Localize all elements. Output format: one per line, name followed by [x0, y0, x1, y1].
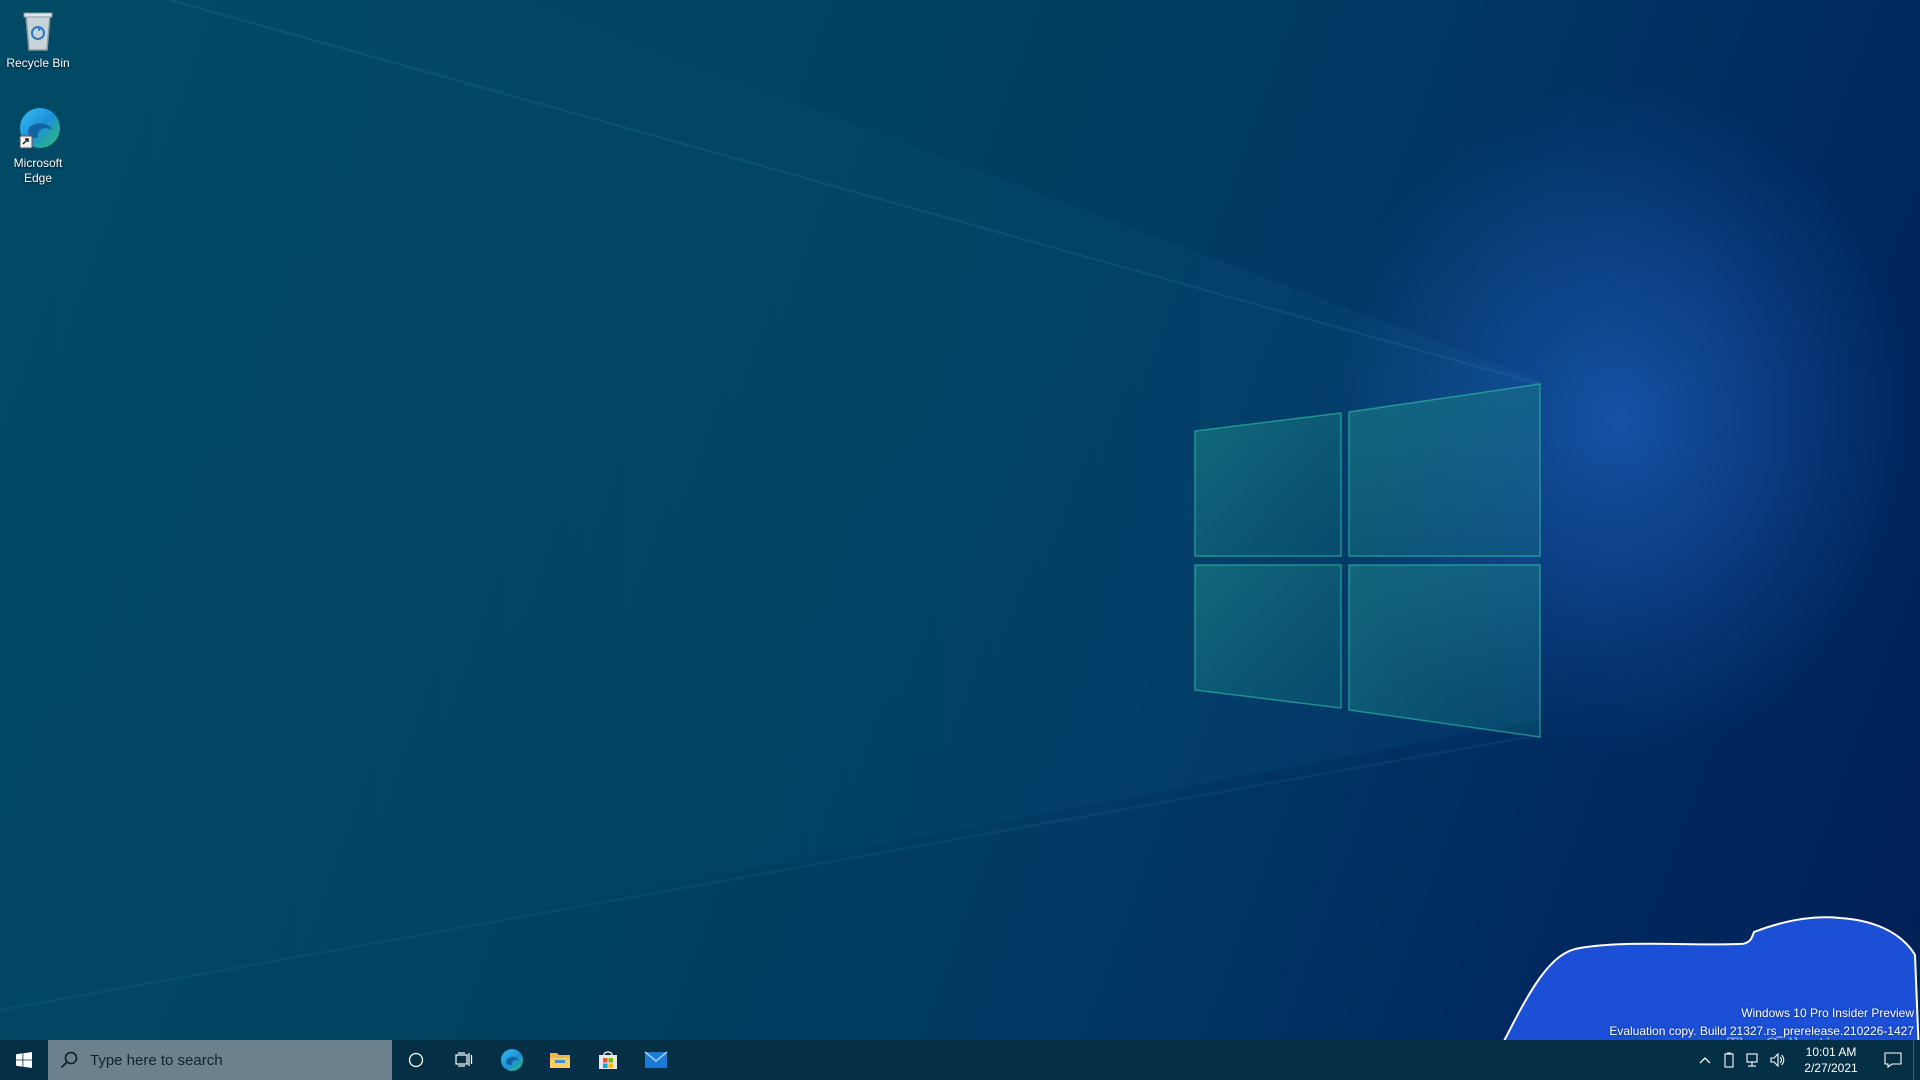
tray-network-button[interactable] [1741, 1040, 1765, 1080]
desktop-icon-microsoft-edge[interactable]: Microsoft Edge [0, 106, 76, 186]
watermark-edition: Windows 10 Pro Insider Preview [1741, 1006, 1914, 1020]
wallpaper [0, 0, 1541, 1011]
desktop: Recycle Bin Microsoft Edge The C [0, 0, 1920, 1080]
notification-icon [1884, 1052, 1902, 1069]
taskbar-clock[interactable]: 10:01 AM 2/27/2021 [1789, 1044, 1873, 1076]
folder-icon [550, 1053, 570, 1068]
desktop-icon-label: Recycle Bin [6, 56, 70, 70]
desktop-icon-recycle-bin[interactable]: Recycle Bin [0, 6, 76, 71]
circle-icon [408, 1052, 424, 1068]
desktop-icon-label: Edge [23, 171, 53, 185]
speaker-icon [1770, 1052, 1785, 1068]
taskbar-file-explorer-button[interactable] [536, 1040, 584, 1080]
clock-time: 10:01 AM [1805, 1045, 1857, 1059]
taskbar-edge-button[interactable] [488, 1040, 536, 1080]
mail-icon [644, 1051, 668, 1068]
watermark-build: Evaluation copy. Build 21327.rs_prerelea… [1609, 1024, 1914, 1038]
taskbar: 10:01 AM 2/27/2021 [0, 1040, 1920, 1080]
network-icon [1746, 1053, 1758, 1067]
windows-logo-graphic [1194, 383, 1541, 738]
cortana-button[interactable] [392, 1040, 440, 1080]
recycle-bin-icon [23, 12, 53, 51]
taskbar-store-button[interactable] [584, 1040, 632, 1080]
taskbar-mail-button[interactable] [632, 1040, 680, 1080]
battery-icon [1724, 1052, 1734, 1068]
tray-overflow-button[interactable] [1693, 1040, 1717, 1080]
show-desktop-button[interactable] [1913, 1040, 1920, 1080]
search-box[interactable] [48, 1040, 392, 1080]
store-icon [599, 1051, 617, 1069]
tray-volume-button[interactable] [1765, 1040, 1789, 1080]
search-icon [60, 1051, 78, 1069]
desktop-icon-label: Microsoft [13, 156, 63, 170]
clock-date: 2/27/2021 [1804, 1061, 1858, 1075]
windows-logo-icon [16, 1052, 32, 1068]
search-input[interactable] [88, 1050, 382, 1070]
edge-icon [501, 1049, 523, 1071]
task-view-icon [455, 1052, 473, 1067]
start-button[interactable] [0, 1040, 48, 1080]
action-center-button[interactable] [1873, 1040, 1913, 1080]
system-tray: 10:01 AM 2/27/2021 [1693, 1040, 1920, 1080]
edge-icon [19, 108, 60, 149]
tray-power-button[interactable] [1717, 1040, 1741, 1080]
task-view-button[interactable] [440, 1040, 488, 1080]
chevron-up-icon [1699, 1057, 1711, 1064]
